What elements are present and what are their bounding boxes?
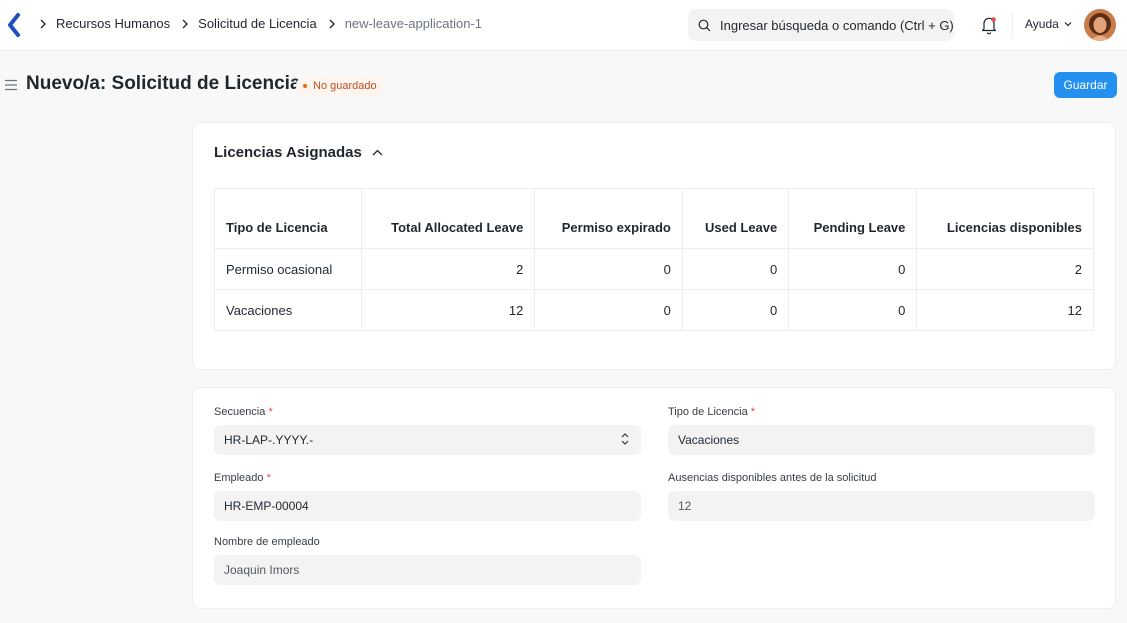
cell-leave-type: Permiso ocasional: [214, 248, 362, 290]
help-label: Ayuda: [1025, 17, 1059, 31]
chevron-up-icon[interactable]: [372, 149, 383, 156]
field-value: HR-LAP-.YYYY.-: [224, 433, 314, 447]
column-header: Total Allocated Leave: [360, 188, 536, 249]
field-label: Tipo de Licencia *: [668, 406, 756, 418]
help-dropdown[interactable]: Ayuda: [1025, 17, 1072, 31]
status-text: No guardado: [313, 80, 377, 92]
save-button[interactable]: Guardar: [1054, 72, 1117, 98]
leave-type-input[interactable]: Vacaciones: [668, 425, 1095, 455]
field-value: HR-EMP-00004: [224, 499, 309, 513]
search-placeholder: Ingresar búsqueda o comando (Ctrl + G): [720, 17, 954, 33]
breadcrumb-item-leave-application[interactable]: Solicitud de Licencia: [198, 16, 317, 31]
table-header-row: Tipo de Licencia Total Allocated Leave P…: [214, 188, 1094, 249]
cell-available: 2: [916, 248, 1094, 290]
employee-input[interactable]: HR-EMP-00004: [214, 491, 641, 521]
employee-name-field: Nombre de empleado Joaquin Imors: [214, 536, 641, 585]
table-row: Permiso ocasional 2 0 0 0 2: [214, 248, 1094, 290]
status-badge: No guardado: [296, 76, 384, 96]
field-label: Secuencia *: [214, 406, 273, 418]
column-header: Licencias disponibles: [916, 188, 1094, 249]
search-icon: [698, 19, 711, 31]
cell-used: 0: [681, 248, 790, 290]
column-header: Tipo de Licencia: [214, 188, 362, 249]
cell-pending: 0: [788, 289, 918, 331]
field-label: Nombre de empleado: [214, 536, 320, 548]
field-value: Joaquin Imors: [224, 563, 300, 577]
search-input[interactable]: Ingresar búsqueda o comando (Ctrl + G): [688, 9, 954, 41]
breadcrumb: Recursos Humanos Solicitud de Licencia n…: [36, 16, 490, 31]
leave-form-section: Secuencia * HR-LAP-.YYYY.- Empleado * HR…: [192, 387, 1116, 609]
employee-name-input[interactable]: Joaquin Imors: [214, 555, 641, 585]
section-title: Licencias Asignadas: [214, 144, 362, 161]
column-header: Used Leave: [681, 188, 790, 249]
avatar[interactable]: [1084, 9, 1116, 41]
breadcrumb-item-hr[interactable]: Recursos Humanos: [56, 16, 170, 31]
leave-balance-input[interactable]: 12: [668, 491, 1095, 521]
field-value: Vacaciones: [678, 433, 740, 447]
field-label: Empleado *: [214, 472, 271, 484]
employee-field: Empleado * HR-EMP-00004: [214, 472, 641, 521]
chevron-right-icon: [40, 19, 46, 28]
cell-total: 2: [360, 248, 536, 290]
naming-series-field: Secuencia * HR-LAP-.YYYY.-: [214, 406, 641, 455]
field-value: 12: [678, 499, 692, 513]
page-title: Nuevo/a: Solicitud de Licencia: [26, 73, 301, 94]
cell-expired: 0: [534, 248, 683, 290]
back-logo-icon[interactable]: [7, 13, 21, 37]
cell-expired: 0: [534, 289, 683, 331]
cell-pending: 0: [788, 248, 918, 290]
section-header[interactable]: Licencias Asignadas: [214, 144, 383, 161]
bell-icon[interactable]: [980, 15, 998, 35]
status-dot: [303, 84, 307, 88]
field-label: Ausencias disponibles antes de la solici…: [668, 472, 877, 484]
chevron-down-icon: [1064, 22, 1072, 27]
allocated-leaves-table: Tipo de Licencia Total Allocated Leave P…: [214, 188, 1094, 331]
chevron-right-icon: [182, 19, 189, 28]
select-updown-icon: [621, 433, 629, 445]
allocated-leaves-section: Licencias Asignadas Tipo de Licencia Tot…: [192, 122, 1116, 370]
navbar-divider: [1012, 13, 1013, 37]
cell-used: 0: [681, 289, 790, 331]
column-header: Permiso expirado: [534, 188, 683, 249]
table-row: Vacaciones 12 0 0 0 12: [214, 289, 1094, 331]
navbar: Recursos Humanos Solicitud de Licencia n…: [0, 0, 1127, 51]
chevron-right-icon: [329, 19, 335, 28]
column-header: Pending Leave: [788, 188, 918, 249]
leave-type-field: Tipo de Licencia * Vacaciones: [668, 406, 1095, 455]
naming-series-select[interactable]: HR-LAP-.YYYY.-: [214, 425, 641, 455]
menu-icon[interactable]: [4, 79, 18, 91]
cell-available: 12: [916, 289, 1094, 331]
cell-leave-type: Vacaciones: [214, 289, 362, 331]
leave-balance-field: Ausencias disponibles antes de la solici…: [668, 472, 1095, 521]
breadcrumb-item-current[interactable]: new-leave-application-1: [345, 16, 482, 31]
cell-total: 12: [360, 289, 536, 331]
